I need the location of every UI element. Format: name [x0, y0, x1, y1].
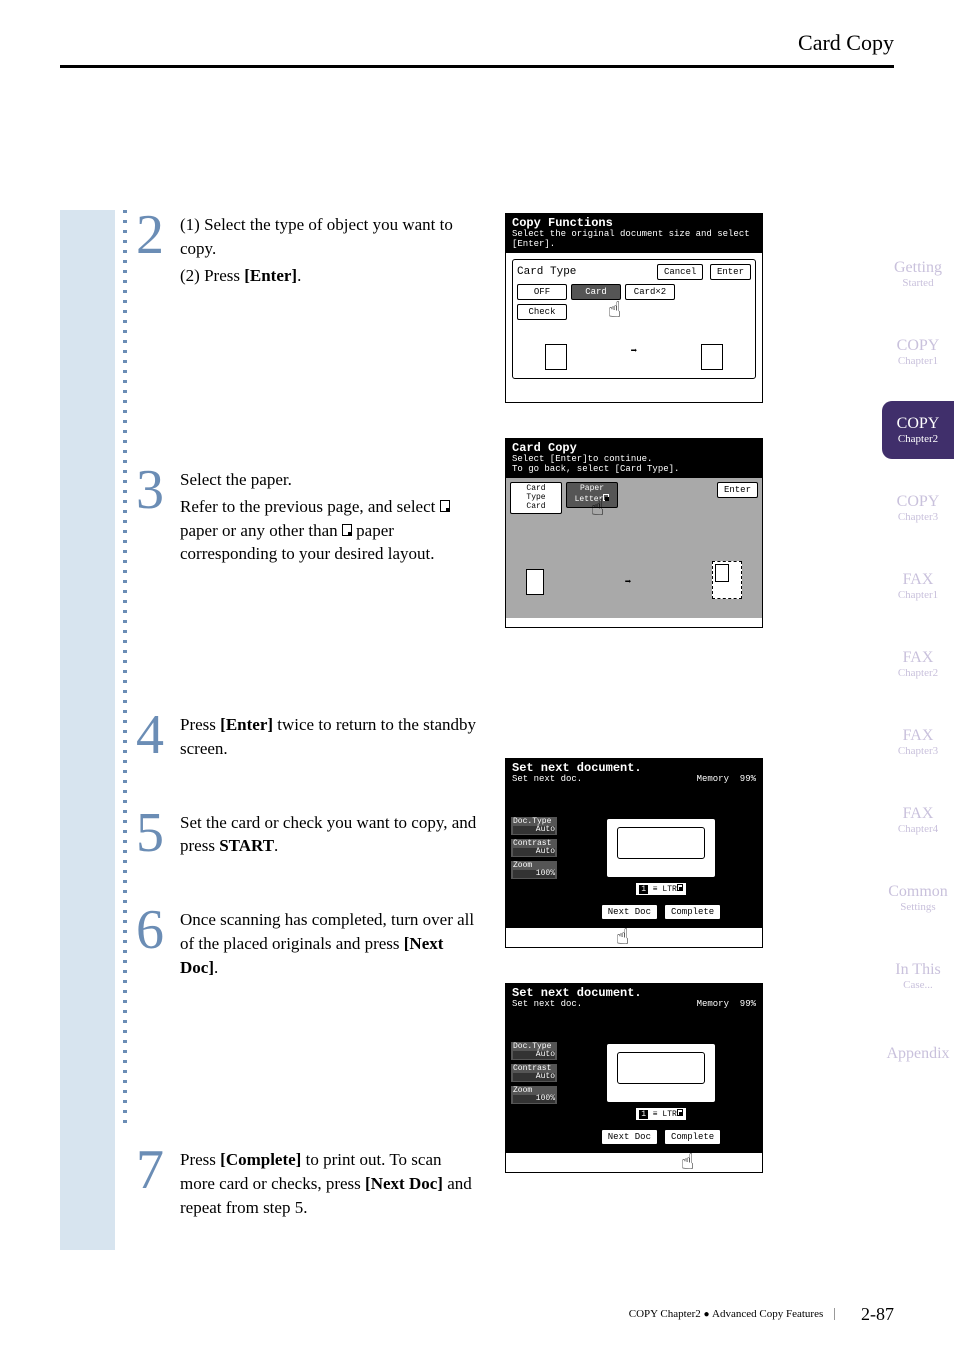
lcd-card-copy: Card Copy Select [Enter]to continue. To …	[505, 438, 763, 628]
paper-mark-icon	[603, 494, 609, 501]
enter-button[interactable]: Enter	[710, 264, 751, 280]
lcd-screens-column: Copy Functions Select the original docum…	[505, 213, 765, 1208]
contrast-box[interactable]: ContrastAuto	[510, 838, 558, 858]
step-number: 3	[130, 468, 170, 513]
card-type-label: Card Type	[517, 266, 576, 278]
option-card[interactable]: Card	[571, 284, 621, 300]
tab-copy-ch3[interactable]: COPYChapter3	[882, 479, 954, 537]
header-rule	[60, 65, 894, 68]
page-portrait-icon	[526, 569, 544, 595]
option-check[interactable]: Check	[517, 304, 567, 320]
pointer-hand-icon	[616, 925, 640, 949]
step-3-line-1: Select the paper.	[180, 468, 480, 492]
tab-fax-ch3[interactable]: FAXChapter3	[882, 713, 954, 771]
tab-appendix[interactable]: Appendix	[882, 1025, 954, 1083]
adf-diagram	[606, 818, 716, 878]
lcd-subtitle: Select the original document size and se…	[512, 230, 756, 250]
arrow-right-icon: ➡	[625, 575, 632, 589]
tab-common-settings[interactable]: CommonSettings	[882, 869, 954, 927]
step-2-line-2: (2) Press [Enter].	[180, 264, 480, 288]
memory-value: 99%	[740, 999, 756, 1009]
footer-crumb: COPY Chapter2	[629, 1308, 701, 1320]
step-3-line-2: Refer to the previous page, and select p…	[180, 495, 480, 566]
footer-section: Advanced Copy Features	[712, 1308, 823, 1320]
step-6-line: Once scanning has completed, turn over a…	[180, 908, 480, 979]
cancel-button[interactable]: Cancel	[657, 264, 703, 280]
step-7-line: Press [Complete] to print out. To scan m…	[180, 1148, 480, 1219]
step-number: 2	[130, 213, 170, 258]
lcd-subtitle: Set next doc.	[512, 775, 582, 785]
step-number: 6	[130, 908, 170, 953]
option-cardx2[interactable]: Card×2	[625, 284, 675, 300]
layout-icon	[701, 344, 723, 370]
arrow-right-icon: ➡	[631, 344, 638, 370]
card-type-field[interactable]: Card Type Card	[510, 482, 562, 514]
steps-column: 2 (1) Select the type of object you want…	[130, 213, 480, 1270]
doc-type-box[interactable]: Doc.TypeAuto	[510, 1041, 558, 1061]
tab-in-this-case[interactable]: In ThisCase...	[882, 947, 954, 1005]
tab-copy-ch1[interactable]: COPYChapter1	[882, 323, 954, 381]
step-7: 7 Press [Complete] to print out. To scan…	[130, 1148, 480, 1219]
tab-fax-ch2[interactable]: FAXChapter2	[882, 635, 954, 693]
tray-indicator: 1 ≡ LTR	[635, 882, 687, 896]
zoom-box[interactable]: Zoom100%	[510, 860, 558, 880]
complete-button[interactable]: Complete	[664, 904, 721, 920]
step-4: 4 Press [Enter] twice to return to the s…	[130, 713, 480, 761]
tab-fax-ch1[interactable]: FAXChapter1	[882, 557, 954, 615]
step-dots	[123, 210, 127, 1130]
lcd-subtitle-2: To go back, select [Card Type].	[512, 465, 756, 475]
page-number: 2-87	[861, 1304, 894, 1324]
paper-mark-icon	[440, 500, 450, 512]
tab-fax-ch4[interactable]: FAXChapter4	[882, 791, 954, 849]
step-5: 5 Set the card or check you want to copy…	[130, 811, 480, 859]
step-2: 2 (1) Select the type of object you want…	[130, 213, 480, 418]
lcd-subtitle: Set next doc.	[512, 1000, 582, 1010]
paper-field[interactable]: Paper Letter	[566, 482, 618, 508]
next-doc-button[interactable]: Next Doc	[601, 1129, 658, 1145]
paper-mark-icon	[677, 884, 683, 891]
step-number: 5	[130, 811, 170, 856]
memory-value: 99%	[740, 774, 756, 784]
option-off[interactable]: OFF	[517, 284, 567, 300]
zoom-box[interactable]: Zoom100%	[510, 1085, 558, 1105]
pointer-hand-icon	[681, 1150, 705, 1174]
paper-mark-icon	[677, 1109, 683, 1116]
step-2-line-1: (1) Select the type of object you want t…	[180, 213, 480, 261]
lcd-set-next-doc-1: Set next document. Set next doc. Memory …	[505, 758, 763, 948]
bullet-icon: ●	[704, 1309, 713, 1320]
complete-button[interactable]: Complete	[664, 1129, 721, 1145]
step-5-line: Set the card or check you want to copy, …	[180, 811, 480, 859]
memory-label: Memory	[697, 774, 729, 784]
adf-diagram	[606, 1043, 716, 1103]
left-accent-bar	[60, 210, 115, 1250]
doc-type-box[interactable]: Doc.TypeAuto	[510, 816, 558, 836]
step-number: 7	[130, 1148, 170, 1193]
paper-mark-icon	[342, 524, 352, 536]
step-6: 6 Once scanning has completed, turn over…	[130, 908, 480, 1098]
memory-label: Memory	[697, 999, 729, 1009]
tab-getting-started[interactable]: GettingStarted	[882, 245, 954, 303]
tray-indicator: 1 ≡ LTR	[635, 1107, 687, 1121]
side-tabs: GettingStarted COPYChapter1 COPYChapter2…	[882, 245, 954, 1103]
page-footer: COPY Chapter2 ● Advanced Copy Features 2…	[629, 1304, 894, 1325]
contrast-box[interactable]: ContrastAuto	[510, 1063, 558, 1083]
lcd-set-next-doc-2: Set next document. Set next doc. Memory …	[505, 983, 763, 1173]
tab-copy-ch2[interactable]: COPYChapter2	[882, 401, 954, 459]
step-3: 3 Select the paper. Refer to the previou…	[130, 468, 480, 663]
lcd-copy-functions: Copy Functions Select the original docum…	[505, 213, 763, 403]
step-4-line: Press [Enter] twice to return to the sta…	[180, 713, 480, 761]
page-header-title: Card Copy	[798, 30, 894, 56]
enter-button[interactable]: Enter	[717, 482, 758, 498]
next-doc-button[interactable]: Next Doc	[601, 904, 658, 920]
layout-icon	[545, 344, 567, 370]
page-small-icon	[715, 564, 729, 582]
step-number: 4	[130, 713, 170, 758]
